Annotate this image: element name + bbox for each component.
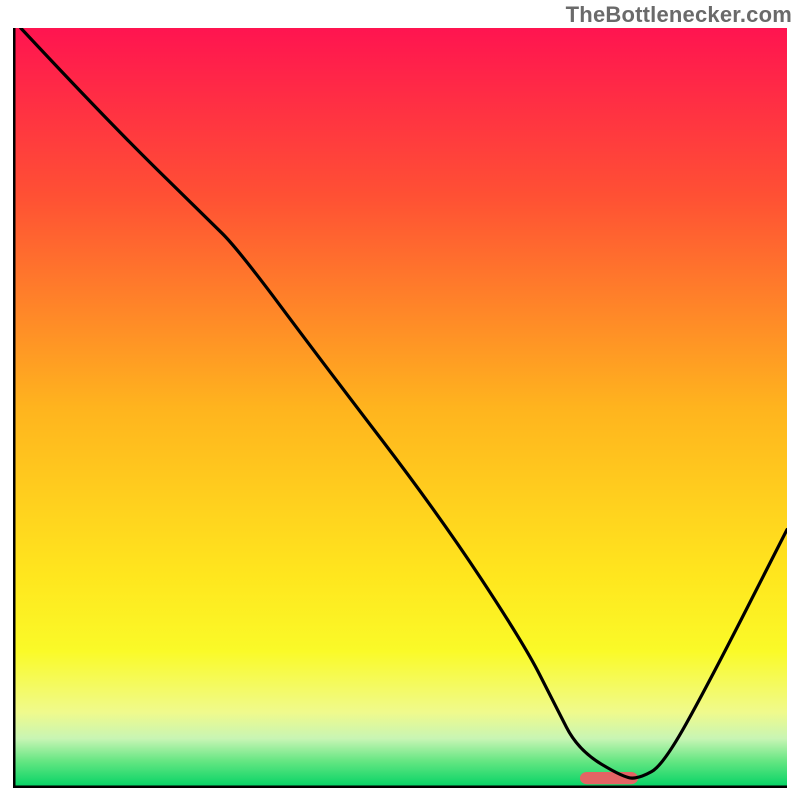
chart-plot-area xyxy=(13,28,787,788)
chart-container: TheBottlenecker.com xyxy=(0,0,800,800)
chart-svg xyxy=(13,28,787,788)
watermark-text: TheBottlenecker.com xyxy=(566,2,792,28)
